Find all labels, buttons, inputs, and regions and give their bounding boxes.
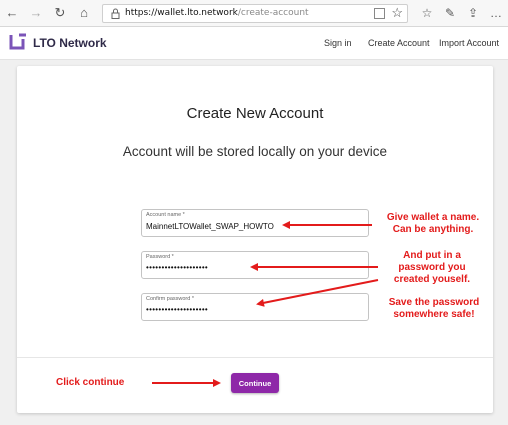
- home-icon[interactable]: ⌂: [75, 4, 93, 22]
- forward-icon[interactable]: →: [27, 4, 45, 22]
- confirm-password-value[interactable]: ••••••••••••••••••••: [146, 305, 208, 314]
- brand-name[interactable]: LTO Network: [33, 36, 107, 50]
- sign-in-link[interactable]: Sign in: [324, 38, 352, 48]
- account-name-label: Account name *: [146, 212, 185, 218]
- password-value[interactable]: ••••••••••••••••••••: [146, 263, 208, 272]
- address-bar[interactable]: https://wallet.lto.network/create-accoun…: [102, 4, 408, 23]
- annotation-save-hint: Save the password somewhere safe!: [382, 297, 486, 321]
- favorite-star-icon[interactable]: ☆: [391, 5, 403, 21]
- refresh-icon[interactable]: ↻: [51, 4, 69, 22]
- annotation-password-line2: password you: [398, 262, 466, 273]
- url-text[interactable]: https://wallet.lto.network/create-accoun…: [125, 8, 309, 18]
- page-subtitle: Account will be stored locally on your d…: [122, 144, 388, 159]
- pen-icon[interactable]: ✎: [441, 4, 459, 22]
- annotation-save-line2: somewhere safe!: [393, 309, 475, 320]
- url-host: https://wallet.lto.network: [125, 8, 238, 18]
- reader-view-icon[interactable]: [374, 8, 385, 19]
- confirm-password-field[interactable]: Confirm password * ••••••••••••••••••••: [141, 293, 369, 321]
- continue-button[interactable]: Continue: [231, 373, 279, 393]
- import-account-link[interactable]: Import Account: [439, 38, 499, 48]
- password-field[interactable]: Password * ••••••••••••••••••••: [141, 251, 369, 279]
- more-icon[interactable]: …: [487, 4, 505, 22]
- annotation-save-line1: Save the password: [388, 297, 480, 308]
- password-label: Password *: [146, 254, 174, 260]
- annotation-name-hint: Give wallet a name. Can be anything.: [378, 212, 488, 236]
- annotation-password-line3: created youself.: [393, 274, 471, 285]
- annotation-continue-hint: Click continue: [56, 377, 125, 388]
- annotation-password-line1: And put in a: [403, 250, 461, 261]
- annotation-name-line2: Can be anything.: [392, 224, 474, 235]
- account-name-value[interactable]: MainnetLTOWallet_SWAP_HOWTO: [146, 222, 274, 231]
- browser-toolbar: ← → ↻ ⌂ https://wallet.lto.network/creat…: [0, 0, 508, 27]
- lto-logo-icon: [9, 33, 26, 50]
- account-name-field[interactable]: Account name * MainnetLTOWallet_SWAP_HOW…: [141, 209, 369, 237]
- app-header: LTO Network Sign in Create Account Impor…: [0, 27, 508, 60]
- lock-icon: [111, 8, 120, 19]
- url-path: /create-account: [237, 8, 309, 18]
- annotation-name-line1: Give wallet a name.: [386, 212, 480, 223]
- favorites-list-icon[interactable]: ☆: [418, 4, 436, 22]
- back-icon[interactable]: ←: [3, 4, 21, 22]
- page-title: Create New Account: [186, 105, 324, 122]
- annotation-password-hint: And put in a password you created yousel…: [380, 250, 484, 286]
- create-account-link[interactable]: Create Account: [368, 38, 430, 48]
- share-icon[interactable]: ⇪: [464, 4, 482, 22]
- card-divider: [17, 357, 493, 358]
- confirm-password-label: Confirm password *: [146, 296, 194, 302]
- create-account-card: Create New Account Account will be store…: [17, 66, 493, 413]
